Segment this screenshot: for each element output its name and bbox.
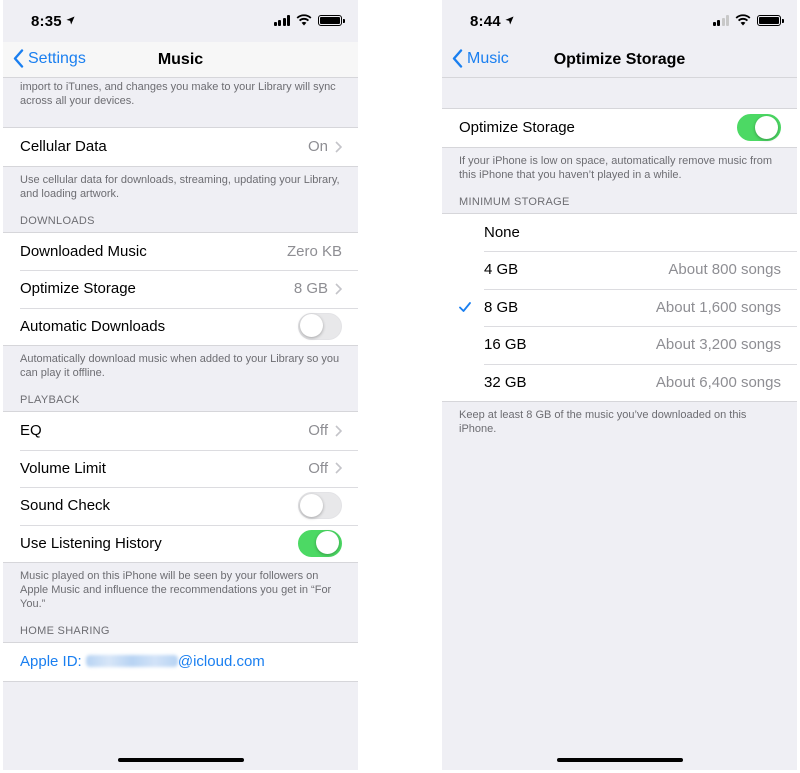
sound-check-label: Sound Check: [20, 497, 111, 515]
storage-option-4gb[interactable]: 4 GB About 800 songs: [442, 251, 797, 289]
optimize-storage-toggle[interactable]: [737, 114, 781, 142]
cellular-signal-icon: [273, 14, 290, 26]
storage-option-32gb[interactable]: 32 GB About 6,400 songs: [442, 363, 797, 402]
volume-limit-label: Volume Limit: [20, 459, 106, 477]
automatic-downloads-row: Automatic Downloads: [3, 307, 358, 346]
cellular-data-label: Cellular Data: [20, 138, 107, 156]
navigation-bar: Music Optimize Storage: [442, 42, 797, 78]
automatic-downloads-label: Automatic Downloads: [20, 317, 166, 335]
sound-check-toggle[interactable]: [298, 492, 342, 520]
optimize-storage-screen: 8:44 Music Optimize Storage Optimize Sto…: [442, 0, 797, 770]
apple-id-domain: @icloud.com: [177, 653, 265, 671]
optimize-storage-list[interactable]: Optimize Storage If your iPhone is low o…: [442, 79, 797, 770]
storage-option-label: None: [484, 223, 520, 241]
home-sharing-group: Apple ID: @icloud.com: [3, 642, 358, 682]
cellular-signal-icon: [712, 14, 729, 26]
storage-option-detail: About 800 songs: [668, 261, 781, 279]
listening-history-toggle[interactable]: [298, 529, 342, 557]
downloaded-music-label: Downloaded Music: [20, 242, 147, 260]
playback-header: PLAYBACK: [20, 394, 80, 406]
home-indicator[interactable]: [556, 758, 683, 762]
storage-option-label: 32 GB: [484, 373, 527, 391]
storage-option-label: 4 GB: [484, 261, 519, 279]
music-settings-screen: 8:35 Settings Music import to iTunes, an…: [3, 0, 358, 770]
cellular-data-footer: Use cellular data for downloads, streami…: [20, 173, 340, 200]
status-time: 8:44: [470, 13, 514, 30]
apple-id-link[interactable]: Apple ID: @icloud.com: [20, 653, 342, 670]
chevron-right-icon: [335, 462, 342, 474]
navigation-bar: Settings Music: [3, 42, 358, 78]
automatic-downloads-footer: Automatically download music when added …: [20, 353, 340, 379]
optimize-group: Optimize Storage: [442, 108, 797, 148]
storage-option-label: 16 GB: [484, 336, 527, 354]
apple-id-prefix: Apple ID:: [20, 653, 86, 671]
home-sharing-header: HOME SHARING: [20, 625, 110, 637]
minimum-storage-footer: Keep at least 8 GB of the music you’ve d…: [459, 409, 747, 435]
downloads-header: DOWNLOADS: [20, 214, 95, 227]
battery-icon: [318, 14, 345, 26]
chevron-right-icon: [335, 283, 342, 295]
settings-list[interactable]: import to iTunes, and changes you make t…: [3, 79, 358, 770]
storage-option-detail: About 3,200 songs: [655, 336, 781, 354]
optimize-storage-footer: If your iPhone is low on space, automati…: [459, 154, 773, 181]
cellular-data-row[interactable]: Cellular Data On: [3, 128, 358, 166]
wifi-icon: [296, 14, 312, 26]
redacted-email: [85, 655, 178, 668]
wifi-icon: [735, 14, 751, 26]
optimize-storage-label: Optimize Storage: [459, 119, 575, 137]
optimize-storage-row[interactable]: Optimize Storage 8 GB: [3, 270, 358, 308]
status-time: 8:35: [31, 13, 75, 30]
playback-group: EQ Off Volume Limit Off Sound Check Use …: [3, 411, 358, 563]
volume-limit-row[interactable]: Volume Limit Off: [3, 449, 358, 488]
battery-icon: [757, 14, 784, 26]
location-arrow-icon: [505, 16, 514, 25]
listening-history-row: Use Listening History: [3, 524, 358, 563]
downloaded-music-value: Zero KB: [286, 242, 342, 260]
page-title: Optimize Storage: [553, 51, 686, 68]
home-indicator[interactable]: [117, 758, 244, 762]
automatic-downloads-toggle[interactable]: [298, 312, 342, 340]
eq-label: EQ: [20, 422, 42, 440]
storage-option-16gb[interactable]: 16 GB About 3,200 songs: [442, 326, 797, 364]
eq-row[interactable]: EQ Off: [3, 412, 358, 450]
storage-option-detail: About 6,400 songs: [655, 373, 781, 391]
cellular-data-value: On: [307, 138, 328, 156]
storage-option-label: 8 GB: [484, 298, 519, 316]
optimize-storage-label: Optimize Storage: [20, 280, 136, 298]
checkmark-icon: [459, 301, 471, 312]
chevron-right-icon: [335, 425, 342, 437]
cellular-group: Cellular Data On: [3, 127, 358, 167]
optimize-storage-row: Optimize Storage: [442, 109, 797, 147]
storage-option-none[interactable]: None: [442, 214, 797, 252]
storage-option-detail: About 1,600 songs: [655, 298, 781, 316]
listening-history-label: Use Listening History: [20, 534, 162, 552]
volume-limit-value: Off: [308, 459, 328, 477]
status-bar: 8:35: [3, 0, 358, 42]
eq-value: Off: [308, 422, 328, 440]
listening-history-footer: Music played on this iPhone will be seen…: [20, 570, 332, 610]
chevron-right-icon: [335, 141, 342, 153]
minimum-storage-header: MINIMUM STORAGE: [459, 195, 570, 208]
location-arrow-icon: [66, 16, 75, 25]
storage-option-8gb[interactable]: 8 GB About 1,600 songs: [442, 288, 797, 327]
status-bar: 8:44: [442, 0, 797, 42]
downloaded-music-row[interactable]: Downloaded Music Zero KB: [3, 233, 358, 271]
optimize-storage-value: 8 GB: [293, 280, 328, 298]
apple-id-row[interactable]: Apple ID: @icloud.com: [3, 643, 358, 681]
page-title: Music: [157, 51, 204, 68]
downloads-group: Downloaded Music Zero KB Optimize Storag…: [3, 231, 358, 346]
minimum-storage-group: None 4 GB About 800 songs 8 GB About 1,6…: [442, 212, 797, 402]
sound-check-row: Sound Check: [3, 487, 358, 525]
icloud-library-footer: import to iTunes, and changes you make t…: [20, 81, 336, 107]
